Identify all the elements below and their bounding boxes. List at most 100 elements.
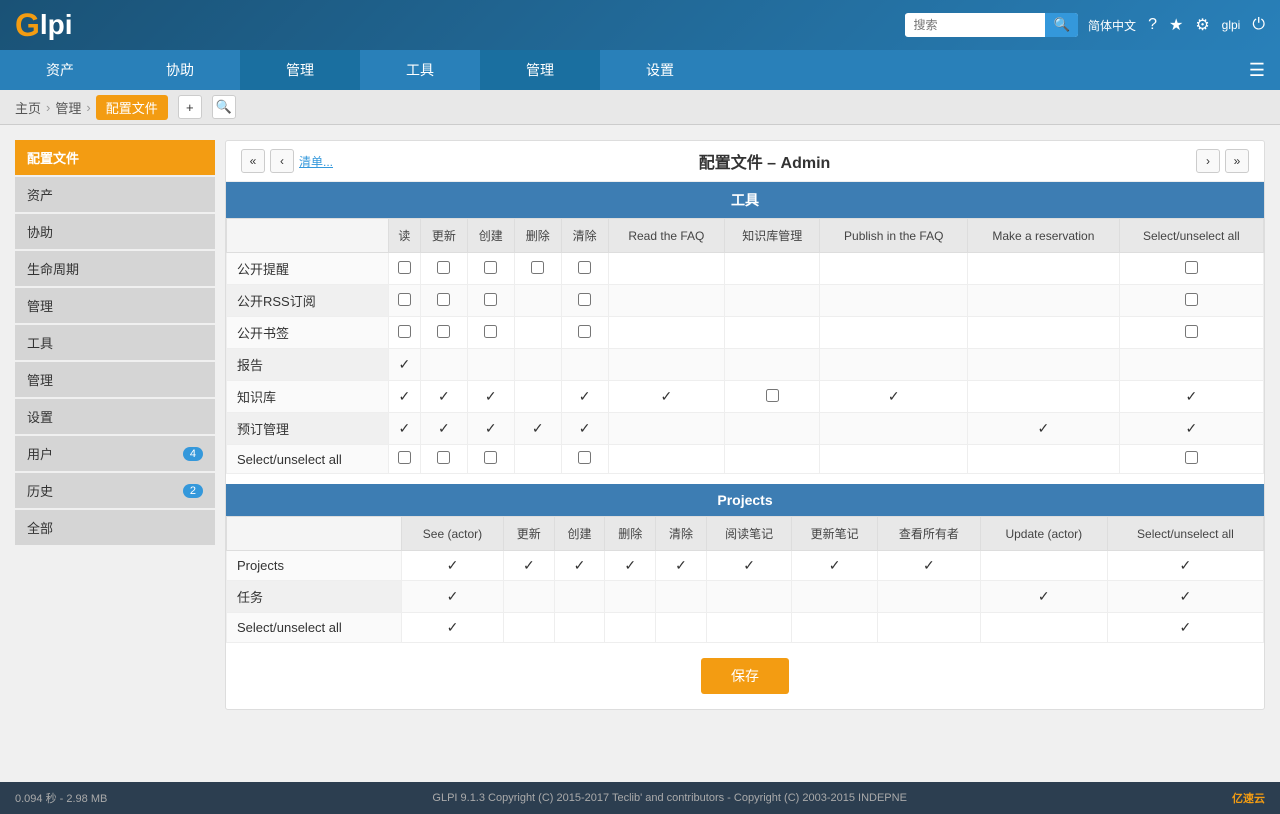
checkbox[interactable] xyxy=(398,325,411,338)
cell[interactable] xyxy=(420,445,467,474)
header: Glpi 🔍 简体中文 ? ★ ⚙ glpi ⏻ xyxy=(0,0,1280,50)
checkbox[interactable] xyxy=(398,451,411,464)
cell: ✓ xyxy=(402,613,504,643)
cell[interactable] xyxy=(1119,253,1263,285)
hamburger-menu[interactable]: ☰ xyxy=(1234,50,1280,90)
help-icon[interactable]: ? xyxy=(1148,16,1157,34)
checkbox[interactable] xyxy=(578,325,591,338)
cell: ✓ xyxy=(388,381,420,413)
checkbox[interactable] xyxy=(578,451,591,464)
checkmark: ✓ xyxy=(624,557,636,573)
cell[interactable] xyxy=(1119,317,1263,349)
save-button[interactable]: 保存 xyxy=(701,658,789,694)
cell[interactable] xyxy=(561,253,608,285)
checkbox[interactable] xyxy=(531,261,544,274)
sidebar-item-all[interactable]: 全部 xyxy=(15,510,215,545)
footer-perf: 0.094 秒 - 2.98 MB xyxy=(15,790,107,806)
nav-help[interactable]: 协助 xyxy=(120,50,240,90)
star-icon[interactable]: ★ xyxy=(1169,15,1183,35)
sidebar-item-assets[interactable]: 资产 xyxy=(15,177,215,212)
nav-manage2[interactable]: 管理 xyxy=(480,50,600,90)
nav-prev-btn[interactable]: ‹ xyxy=(270,149,294,173)
breadcrumb-home[interactable]: 主页 xyxy=(15,98,41,117)
breadcrumb-search-btn[interactable]: 🔍 xyxy=(212,95,236,119)
checkbox[interactable] xyxy=(766,389,779,402)
lang-button[interactable]: 简体中文 xyxy=(1088,17,1136,34)
checkmark: ✓ xyxy=(675,557,687,573)
breadcrumb-config[interactable]: 配置文件 xyxy=(96,95,168,120)
nav-settings[interactable]: 设置 xyxy=(600,50,720,90)
cell[interactable] xyxy=(561,285,608,317)
nav-tools[interactable]: 工具 xyxy=(360,50,480,90)
search-input[interactable] xyxy=(905,14,1045,36)
search-button[interactable]: 🔍 xyxy=(1045,13,1078,37)
checkbox[interactable] xyxy=(437,451,450,464)
checkbox[interactable] xyxy=(484,451,497,464)
cell[interactable] xyxy=(1119,285,1263,317)
cell: ✓ xyxy=(820,381,968,413)
cell xyxy=(968,253,1119,285)
checkbox[interactable] xyxy=(1185,451,1198,464)
cell[interactable] xyxy=(514,253,561,285)
checkbox[interactable] xyxy=(578,261,591,274)
checkmark: ✓ xyxy=(574,557,586,573)
footer-logo: 亿速云 xyxy=(1232,790,1265,806)
checkbox[interactable] xyxy=(484,261,497,274)
sidebar-item-history[interactable]: 历史 2 xyxy=(15,473,215,508)
sidebar-item-users[interactable]: 用户 4 xyxy=(15,436,215,471)
user-button[interactable]: glpi xyxy=(1222,18,1241,32)
breadcrumb-admin[interactable]: 管理 xyxy=(55,98,81,117)
cell[interactable] xyxy=(467,285,514,317)
sidebar-item-profile[interactable]: 配置文件 xyxy=(15,140,215,175)
cell[interactable] xyxy=(467,445,514,474)
nav-next-btn[interactable]: › xyxy=(1196,149,1220,173)
tools-col-publishfaq: Publish in the FAQ xyxy=(820,219,968,253)
cell[interactable] xyxy=(1119,445,1263,474)
sidebar-item-admin[interactable]: 管理 xyxy=(15,362,215,397)
cell xyxy=(608,285,725,317)
checkmark: ✓ xyxy=(399,420,411,436)
checkbox[interactable] xyxy=(578,293,591,306)
cell: ✓ xyxy=(1107,581,1263,613)
checkbox[interactable] xyxy=(398,293,411,306)
breadcrumb-add-btn[interactable]: + xyxy=(178,95,202,119)
cell[interactable] xyxy=(467,317,514,349)
sidebar-item-help[interactable]: 协助 xyxy=(15,214,215,249)
cell[interactable] xyxy=(467,253,514,285)
sidebar-item-lifecycle[interactable]: 生命周期 xyxy=(15,251,215,286)
header-icons: 简体中文 ? ★ ⚙ glpi ⏻ xyxy=(1088,15,1265,35)
checkbox[interactable] xyxy=(437,261,450,274)
sidebar-item-settings[interactable]: 设置 xyxy=(15,399,215,434)
checkbox[interactable] xyxy=(1185,261,1198,274)
tools-col-selectall: Select/unselect all xyxy=(1119,219,1263,253)
nav-manage1[interactable]: 管理 xyxy=(240,50,360,90)
cell xyxy=(608,445,725,474)
sidebar-item-manage[interactable]: 管理 xyxy=(15,288,215,323)
cell[interactable] xyxy=(561,445,608,474)
cell[interactable] xyxy=(388,285,420,317)
nav-assets[interactable]: 资产 xyxy=(0,50,120,90)
nav-first-btn[interactable]: « xyxy=(241,149,265,173)
gear-icon[interactable]: ⚙ xyxy=(1195,15,1209,35)
checkbox[interactable] xyxy=(1185,293,1198,306)
cell[interactable] xyxy=(388,445,420,474)
cell[interactable] xyxy=(420,317,467,349)
checkmark: ✓ xyxy=(399,388,411,404)
cell[interactable] xyxy=(388,317,420,349)
checkbox[interactable] xyxy=(398,261,411,274)
power-icon[interactable]: ⏻ xyxy=(1252,16,1265,34)
cell xyxy=(656,613,707,643)
cell[interactable] xyxy=(420,253,467,285)
checkbox[interactable] xyxy=(484,325,497,338)
list-link[interactable]: 清单... xyxy=(299,153,333,170)
cell[interactable] xyxy=(561,317,608,349)
cell[interactable] xyxy=(420,285,467,317)
cell[interactable] xyxy=(725,381,820,413)
sidebar-item-tools[interactable]: 工具 xyxy=(15,325,215,360)
checkbox[interactable] xyxy=(437,325,450,338)
cell[interactable] xyxy=(388,253,420,285)
checkbox[interactable] xyxy=(437,293,450,306)
nav-last-btn[interactable]: » xyxy=(1225,149,1249,173)
checkbox[interactable] xyxy=(1185,325,1198,338)
checkbox[interactable] xyxy=(484,293,497,306)
